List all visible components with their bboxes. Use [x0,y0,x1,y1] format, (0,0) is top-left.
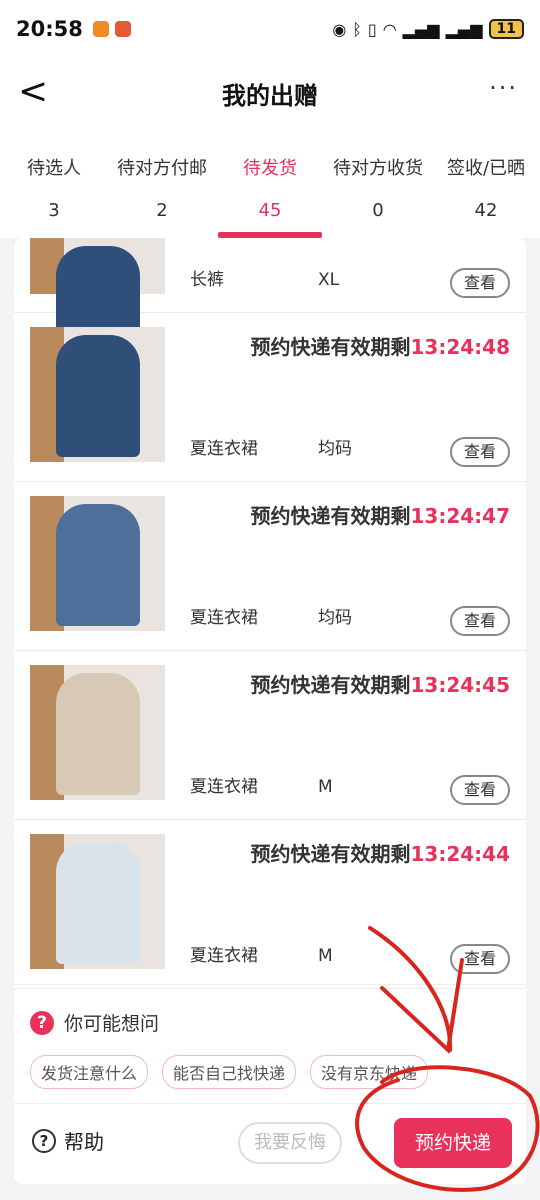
signal-4g-icon: ▂▄▆ [445,19,483,39]
item-name: 长裤 [190,270,224,290]
item-size: 均码 [318,608,352,628]
status-left: 20:58 [16,17,131,41]
bluetooth-icon: ᛒ [352,19,362,39]
view-button[interactable]: 查看 [450,437,510,467]
garment-image [55,504,140,626]
nav-bar: < 我的出赠 ··· [0,58,540,128]
status-tabs: 待选人 3 待对方付邮 2 待发货 45 待对方收货 0 签收/已晒 42 [0,128,540,238]
booking-countdown: 预约快递有效期剩13:24:44 [251,838,511,867]
help-button[interactable]: ? 帮助 [32,1126,104,1155]
view-button[interactable]: 查看 [450,268,510,298]
help-icon: ? [32,1128,56,1153]
tab-count: 2 [156,200,168,221]
view-button[interactable]: 查看 [450,944,510,974]
faq-title-text: 你可能想问 [64,1013,160,1035]
countdown-time: 13:24:48 [410,335,511,359]
vibrate-icon: ▯ [367,19,377,39]
booking-countdown: 预约快递有效期剩13:24:47 [251,500,511,529]
book-courier-button[interactable]: 预约快递 [394,1118,512,1168]
app-notification-icon [92,21,109,37]
garment-image [55,673,140,795]
countdown-label: 预约快递有效期剩 [250,335,411,359]
item-photo [30,834,165,969]
item-size: M [318,946,333,966]
item-photo [30,238,165,368]
list-item: 预约快递有效期剩13:24:44 夏连衣裙 M 查看 [14,820,526,989]
item-photo [30,327,165,462]
shipment-list-card: 长裤 XL 查看 预约快递有效期剩13:24:48 夏连衣裙 均码 查看 预约快… [14,238,526,1184]
tab-label: 待发货 [243,158,297,179]
faq-section: ? 你可能想问 发货注意什么 能否自己找快递 没有京东快递 [14,984,526,1103]
view-button[interactable]: 查看 [450,606,510,636]
tab-received-shown[interactable]: 签收/已晒 42 [432,128,540,238]
tab-pending-shipment[interactable]: 待发货 45 [216,128,324,238]
list-item: 长裤 XL 查看 [14,238,526,368]
status-bar: 20:58 ◉ ᛒ ▯ ◠ ▂▄▆ ▂▄▆ 11 [0,0,540,58]
item-name: 夏连衣裙 [190,608,258,628]
tab-count: 45 [258,200,282,221]
countdown-label: 预约快递有效期剩 [250,842,411,866]
more-options-button[interactable]: ··· [489,74,518,102]
item-size: XL [318,270,340,290]
booking-countdown: 预约快递有效期剩13:24:45 [251,669,511,698]
faq-chip-no-jd-express[interactable]: 没有京东快递 [310,1055,429,1089]
bottom-action-bar: ? 帮助 我要反悔 预约快递 [14,1103,526,1184]
countdown-label: 预约快递有效期剩 [250,504,411,528]
status-right: ◉ ᛒ ▯ ◠ ▂▄▆ ▂▄▆ 11 [332,19,524,39]
tab-pending-select[interactable]: 待选人 3 [0,128,108,238]
faq-chips: 发货注意什么 能否自己找快递 没有京东快递 [30,1055,429,1089]
countdown-time: 13:24:45 [410,673,511,697]
back-button[interactable]: < [18,70,48,114]
garment-image [55,842,140,964]
item-size: 均码 [318,439,352,459]
regret-button[interactable]: 我要反悔 [238,1122,342,1164]
list-item: 预约快递有效期剩13:24:48 夏连衣裙 均码 查看 [14,313,526,482]
tab-count: 0 [372,200,384,221]
battery-icon: 11 [488,19,524,39]
list-item: 预约快递有效期剩13:24:47 夏连衣裙 均码 查看 [14,482,526,651]
item-size: M [318,777,333,797]
countdown-time: 13:24:44 [410,842,511,866]
tab-count: 42 [474,200,498,221]
help-label: 帮助 [64,1130,104,1154]
faq-title: ? 你可能想问 [30,1009,159,1036]
tab-pending-postage[interactable]: 待对方付邮 2 [108,128,216,238]
question-icon: ? [30,1010,54,1035]
tab-label: 签收/已晒 [446,158,526,179]
faq-chip-shipping-notes[interactable]: 发货注意什么 [30,1055,149,1089]
garment-image [55,335,140,457]
faq-chip-own-courier[interactable]: 能否自己找快递 [162,1055,297,1089]
app-notification-icon [114,21,131,37]
booking-countdown: 预约快递有效期剩13:24:48 [251,331,511,360]
status-time: 20:58 [16,17,83,41]
item-name: 夏连衣裙 [190,777,258,797]
tab-label: 待选人 [27,158,81,179]
item-photo [30,665,165,800]
tab-label: 待对方收货 [333,158,423,179]
item-name: 夏连衣裙 [190,946,258,966]
eye-icon: ◉ [332,19,347,39]
signal-4g-icon: ▂▄▆ [402,19,440,39]
countdown-label: 预约快递有效期剩 [250,673,411,697]
tab-count: 3 [48,200,60,221]
list-item: 预约快递有效期剩13:24:45 夏连衣裙 M 查看 [14,651,526,820]
tab-label: 待对方付邮 [117,158,207,179]
tab-pending-receipt[interactable]: 待对方收货 0 [324,128,432,238]
item-name: 夏连衣裙 [190,439,258,459]
view-button[interactable]: 查看 [450,775,510,805]
countdown-time: 13:24:47 [410,504,511,528]
page-title: 我的出赠 [222,81,318,110]
item-photo [30,496,165,631]
wifi-icon: ◠ [382,19,397,39]
